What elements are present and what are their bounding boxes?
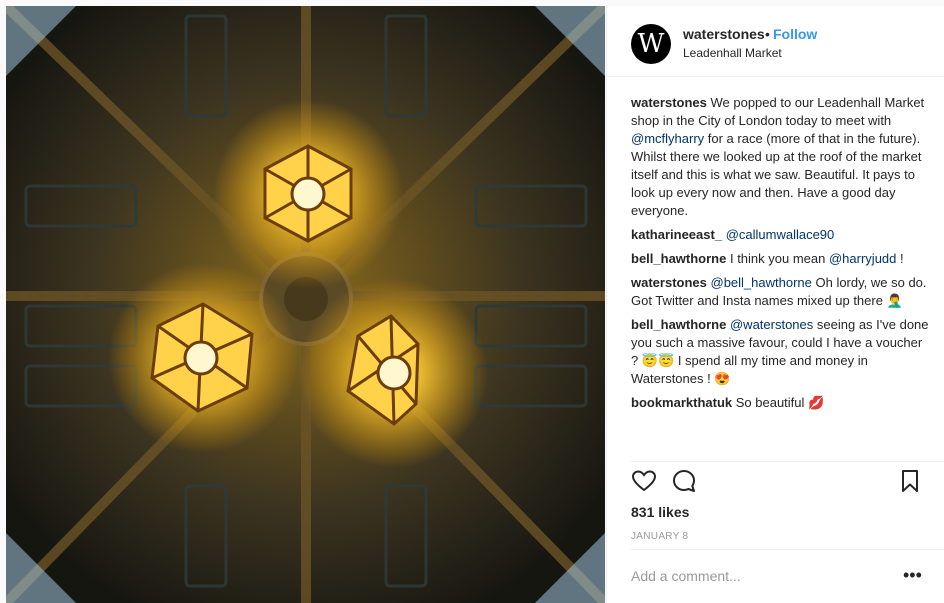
post-location[interactable]: Leadenhall Market [683, 46, 782, 60]
mention-link[interactable]: @waterstones [730, 317, 813, 332]
divider [631, 461, 944, 462]
comment-text: I think you mean [726, 251, 829, 266]
add-comment-input[interactable]: Add a comment... [631, 568, 741, 584]
post-username[interactable]: waterstones [683, 26, 765, 42]
comment-username[interactable]: waterstones [631, 275, 707, 290]
avatar[interactable]: W [631, 24, 671, 64]
divider [631, 549, 944, 550]
comment: bell_hawthorne @waterstones seeing as I'… [631, 316, 931, 388]
mention-link[interactable]: @mcflyharry [631, 131, 704, 146]
post-side-panel: W waterstones • Follow Leadenhall Market… [606, 6, 944, 603]
heart-icon[interactable] [631, 468, 657, 494]
bookmark-icon[interactable] [897, 468, 923, 494]
comment: bookmarkthatuk So beautiful 💋 [631, 394, 931, 412]
comment: katharineeast_ @callumwallace90 [631, 226, 931, 244]
post-date: JANUARY 8 [631, 531, 689, 542]
avatar-logo-letter: W [637, 29, 665, 59]
comment-icon[interactable] [671, 468, 697, 494]
likes-count[interactable]: 831 likes [631, 504, 689, 520]
mention-link[interactable]: @bell_hawthorne [711, 275, 812, 290]
comment-username[interactable]: waterstones [631, 95, 707, 110]
comments-list: waterstones We popped to our Leadenhall … [631, 94, 931, 418]
separator-dot: • [765, 26, 770, 42]
comment: waterstones @bell_hawthorne Oh lordy, we… [631, 274, 931, 310]
comment-text: ! [896, 251, 904, 266]
comment-username[interactable]: bookmarkthatuk [631, 395, 732, 410]
mention-link[interactable]: @harryjudd [829, 251, 896, 266]
market-roof-image [6, 6, 605, 603]
comment-text: So beautiful 💋 [732, 395, 825, 410]
comment-username[interactable]: bell_hawthorne [631, 317, 726, 332]
comment: bell_hawthorne I think you mean @harryju… [631, 250, 931, 268]
more-options-icon[interactable]: ••• [903, 566, 922, 584]
post-header: W waterstones • Follow Leadenhall Market [607, 6, 944, 77]
comment: waterstones We popped to our Leadenhall … [631, 94, 931, 220]
comment-username[interactable]: bell_hawthorne [631, 251, 726, 266]
post-photo[interactable] [6, 6, 605, 603]
comment-username[interactable]: katharineeast_ [631, 227, 722, 242]
mention-link[interactable]: @callumwallace90 [726, 227, 835, 242]
post-actions [631, 468, 925, 496]
follow-button[interactable]: Follow [773, 26, 817, 42]
